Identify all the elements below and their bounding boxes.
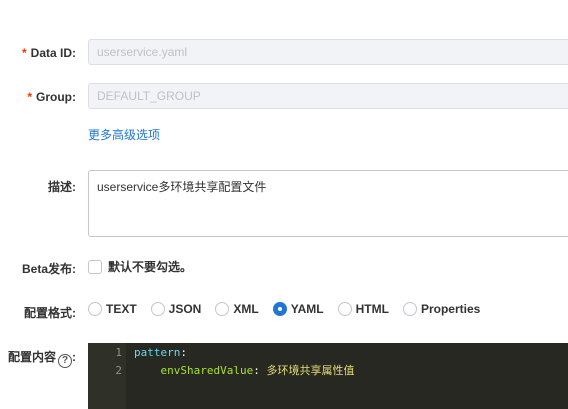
group-input[interactable]: DEFAULT_GROUP xyxy=(88,83,568,109)
format-radio-group: TEXT JSON XML YAML HTML Properties xyxy=(88,302,494,316)
yaml-value: 多环境共享属性值 xyxy=(259,364,355,377)
content-label-text: 配置内容 xyxy=(7,350,56,364)
radio-button[interactable] xyxy=(337,302,352,316)
radio-button[interactable] xyxy=(215,302,230,316)
radio-button[interactable] xyxy=(150,302,165,316)
config-form: * Data ID: userservice.yaml * Group: DEFAU… xyxy=(0,0,568,409)
format-option-yaml[interactable]: YAML xyxy=(272,302,324,316)
data-id-label-text: Data ID: xyxy=(30,46,76,60)
yaml-key: pattern xyxy=(134,346,181,359)
format-option-properties[interactable]: Properties xyxy=(402,302,481,316)
beta-checkbox[interactable] xyxy=(88,259,102,274)
help-icon[interactable]: ? xyxy=(58,354,72,368)
format-label: 配置格式: xyxy=(24,306,76,320)
line-number: 1 xyxy=(115,346,122,359)
format-option-json[interactable]: JSON xyxy=(150,302,202,316)
more-advanced-options-link[interactable]: 更多高级选项 xyxy=(88,126,160,143)
description-textarea[interactable]: userservice多环境共享配置文件 xyxy=(88,170,568,237)
radio-label: JSON xyxy=(168,302,202,316)
radio-button[interactable] xyxy=(402,302,417,316)
radio-label: YAML xyxy=(290,302,324,316)
group-label-text: Group: xyxy=(36,90,76,104)
content-label: 配置内容?: xyxy=(8,348,76,368)
radio-label: XML xyxy=(233,302,259,316)
beta-checkbox-row[interactable]: 默认不要勾选。 xyxy=(88,258,192,275)
content-label-colon: : xyxy=(72,350,76,364)
code-editor[interactable]: 1 pattern: 2 envSharedValue: 多环境共享属性值 xyxy=(88,343,568,409)
radio-button-selected[interactable] xyxy=(272,302,287,316)
code-line: 1 pattern: xyxy=(88,344,187,362)
format-option-html[interactable]: HTML xyxy=(337,302,389,316)
beta-checkbox-label: 默认不要勾选。 xyxy=(108,260,193,274)
radio-label: HTML xyxy=(355,302,389,316)
code-line: 2 envSharedValue: 多环境共享属性值 xyxy=(88,362,354,380)
required-mark: * xyxy=(21,46,27,60)
line-number: 2 xyxy=(115,364,122,377)
yaml-colon: : xyxy=(253,364,260,377)
radio-button[interactable] xyxy=(88,302,102,316)
radio-label: TEXT xyxy=(106,302,137,316)
yaml-colon: : xyxy=(180,346,187,359)
data-id-label: * Data ID: xyxy=(22,46,76,60)
yaml-key: envSharedValue xyxy=(160,364,254,377)
data-id-input[interactable]: userservice.yaml xyxy=(88,39,568,65)
group-label: * Group: xyxy=(27,90,76,104)
format-option-text[interactable]: TEXT xyxy=(88,302,137,316)
required-mark: * xyxy=(27,90,32,104)
description-label: 描述: xyxy=(48,180,76,194)
radio-label: Properties xyxy=(420,302,481,316)
beta-label: Beta发布: xyxy=(21,262,76,276)
format-option-xml[interactable]: XML xyxy=(215,302,259,316)
